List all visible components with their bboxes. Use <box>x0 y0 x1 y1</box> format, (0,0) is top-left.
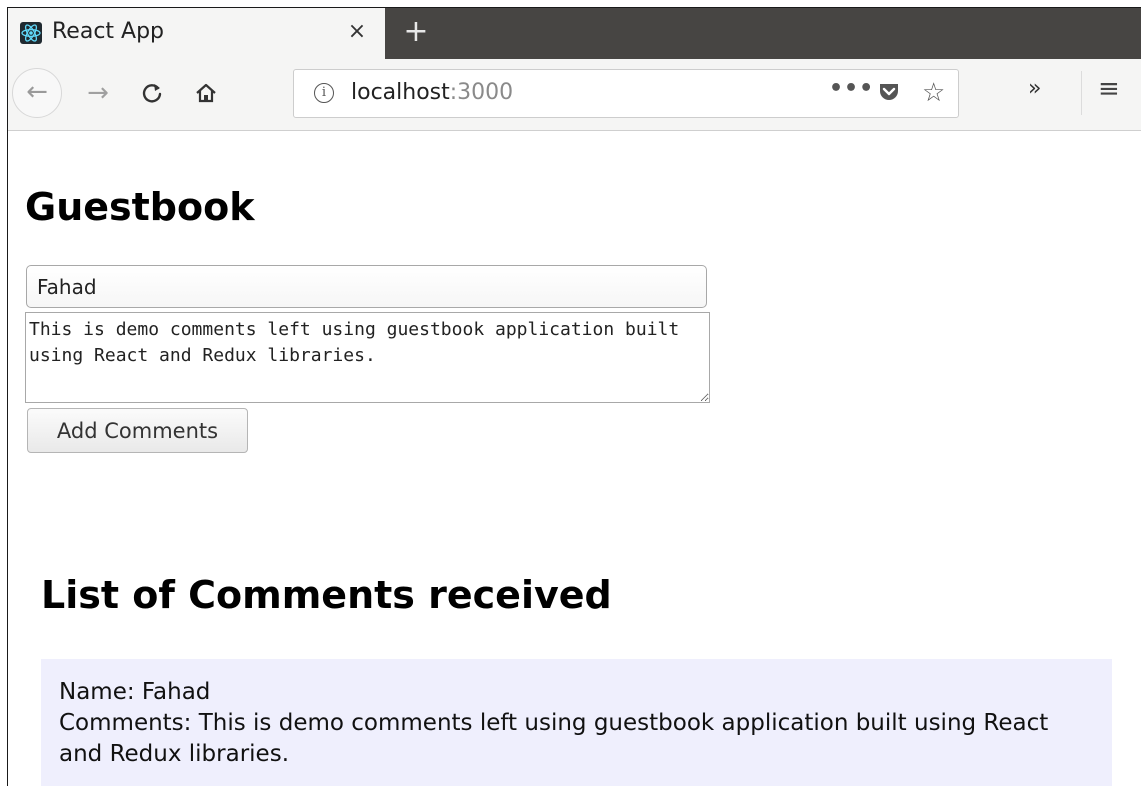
comment-name: Name: Fahad <box>59 679 211 705</box>
info-icon[interactable]: i <box>314 83 334 103</box>
overflow-menu-icon[interactable]: » <box>1028 76 1041 101</box>
comment-text: Comments: This is demo comments left usi… <box>59 710 1049 767</box>
url-host: localhost <box>351 80 450 105</box>
page-title: Guestbook <box>25 185 255 229</box>
page-actions-icon[interactable]: ••• <box>829 76 874 104</box>
navigation-toolbar: ← → i localhost:3000 ••• ☆ » ≡ <box>8 59 1141 131</box>
back-arrow-icon[interactable]: ← <box>12 68 62 118</box>
comment-textarea[interactable]: This is demo comments left using guestbo… <box>25 312 710 403</box>
home-icon[interactable] <box>186 73 226 113</box>
pocket-icon[interactable] <box>878 82 900 110</box>
bookmark-star-icon[interactable]: ☆ <box>922 78 945 108</box>
hamburger-menu-icon[interactable]: ≡ <box>1098 74 1120 104</box>
toolbar-divider <box>1081 71 1082 115</box>
comments-list-title: List of Comments received <box>41 573 612 617</box>
tab-react-app[interactable]: React App × <box>8 8 385 59</box>
url-port: :3000 <box>449 80 514 105</box>
new-tab-icon[interactable]: + <box>400 15 432 49</box>
close-tab-icon[interactable]: × <box>344 18 370 46</box>
address-bar[interactable]: i localhost:3000 ••• ☆ <box>293 69 959 118</box>
name-input[interactable] <box>26 265 707 308</box>
browser-window: React App × + ← → i localhost:3000 ••• ☆… <box>7 7 1141 786</box>
tab-strip: React App × + <box>8 8 1141 59</box>
add-comments-button[interactable]: Add Comments <box>27 408 248 453</box>
tab-title: React App <box>52 19 165 44</box>
forward-arrow-icon[interactable]: → <box>78 73 118 113</box>
react-logo-icon <box>20 22 42 44</box>
page-content: Guestbook This is demo comments left usi… <box>8 131 1141 786</box>
reload-icon[interactable] <box>132 73 172 113</box>
url-text[interactable]: localhost:3000 <box>351 80 513 105</box>
comment-item: Name: Fahad Comments: This is demo comme… <box>41 659 1112 786</box>
